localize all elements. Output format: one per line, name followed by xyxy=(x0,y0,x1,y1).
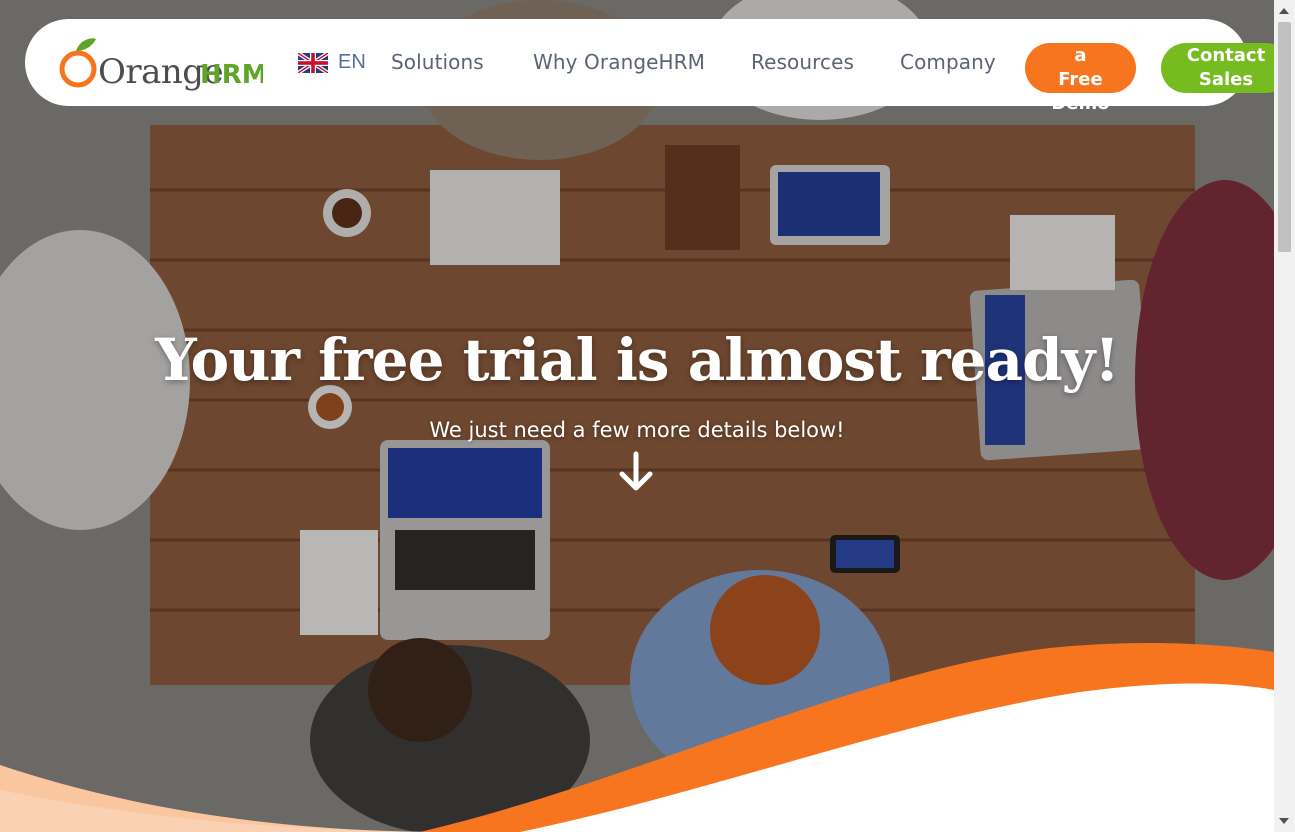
uk-flag-icon xyxy=(298,52,328,73)
free-demo-button[interactable]: a Free Demo xyxy=(1025,43,1136,114)
page-viewport: Your free trial is almost ready! We just… xyxy=(0,0,1274,832)
orangehrm-logo[interactable]: Orange HRM xyxy=(58,35,263,91)
scrollbar-thumb[interactable] xyxy=(1278,22,1291,252)
vertical-scrollbar[interactable] xyxy=(1274,0,1295,832)
decorative-wave xyxy=(0,643,1274,832)
logo-text-hrm: HRM xyxy=(200,60,263,90)
demo-line-3: Demo xyxy=(1051,93,1110,114)
contact-sales-button[interactable]: Contact Sales xyxy=(1161,43,1274,93)
top-navbar: Orange HRM EN Solutions Why OrangeHRM Re… xyxy=(25,19,1274,114)
nav-why-orangehrm[interactable]: Why OrangeHRM xyxy=(533,50,705,74)
scroll-up-icon[interactable] xyxy=(1279,8,1289,14)
demo-line-2: Free xyxy=(1058,69,1103,90)
arrow-down-icon xyxy=(619,451,653,491)
hero-title: Your free trial is almost ready! xyxy=(155,326,1120,394)
language-code: EN xyxy=(338,51,366,73)
hero-subtitle: We just need a few more details below! xyxy=(429,418,845,442)
hero-section: Your free trial is almost ready! We just… xyxy=(0,0,1274,832)
nav-solutions[interactable]: Solutions xyxy=(391,50,484,74)
contact-line-1: Contact xyxy=(1186,45,1266,66)
contact-line-2: Sales xyxy=(1198,69,1254,90)
scroll-down-icon[interactable] xyxy=(1279,818,1289,824)
nav-resources[interactable]: Resources xyxy=(751,50,854,74)
language-selector[interactable]: EN xyxy=(298,51,366,74)
nav-company[interactable]: Company xyxy=(900,50,996,74)
demo-line-1: a xyxy=(1074,45,1087,66)
